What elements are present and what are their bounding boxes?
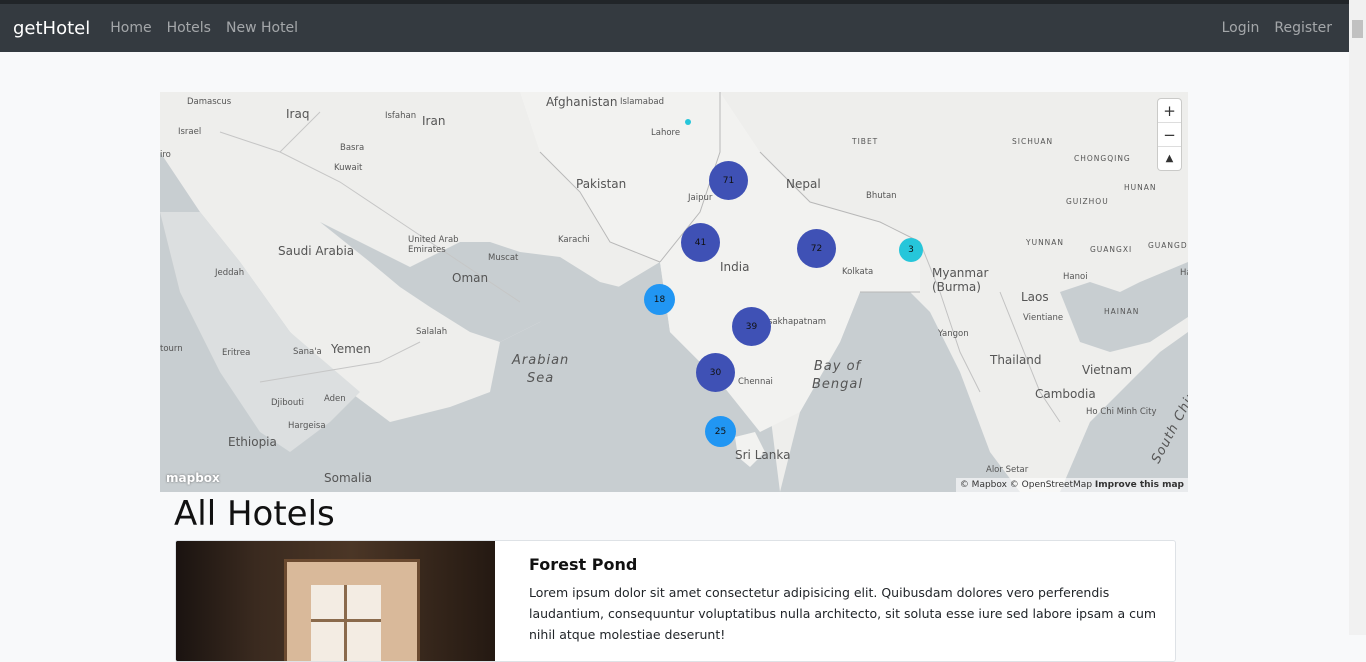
map-label: Jaipur	[688, 193, 713, 203]
map-label: GUIZHOU	[1066, 197, 1109, 206]
attribution-text[interactable]: © Mapbox © OpenStreetMap	[960, 480, 1092, 490]
map-label: Vietnam	[1082, 363, 1133, 377]
cluster-map[interactable]: Damascus Iraq Isfahan Iran Israel iro Ba…	[160, 92, 1188, 492]
navbar: getHotel Home Hotels New Hotel Login Reg…	[0, 4, 1349, 52]
map-label: Aden	[324, 394, 346, 404]
map-label: HAINAN	[1104, 307, 1140, 316]
map-label: Alor Setar	[986, 465, 1029, 475]
map-label: Israel	[178, 127, 202, 137]
page-scrollbar[interactable]	[1349, 0, 1366, 635]
nav-home-link[interactable]: Home	[110, 20, 151, 36]
map-label: Kolkata	[842, 267, 874, 277]
map-label: Myanmar (Burma)	[932, 266, 989, 294]
nav-login-link[interactable]: Login	[1222, 20, 1260, 36]
map-label: Saudi Arabia	[278, 244, 355, 258]
map-label: Bhutan	[866, 191, 897, 201]
map-label: GUANGXI	[1090, 245, 1133, 254]
map-label: Isfahan	[385, 111, 417, 121]
map-label: Chennai	[738, 377, 773, 387]
map-label: Karachi	[558, 235, 590, 245]
map-point[interactable]	[685, 119, 691, 125]
map-label: Islamabad	[620, 97, 664, 107]
map-label: Oman	[452, 271, 489, 285]
map-label: Bay of Bengal	[812, 359, 863, 392]
map-label: Somalia	[324, 471, 373, 485]
nav-register-link[interactable]: Register	[1274, 20, 1332, 36]
nav-hotels-link[interactable]: Hotels	[167, 20, 211, 36]
map-cluster[interactable]: 71	[709, 161, 748, 200]
map-label: Thailand	[990, 353, 1042, 367]
map-label: Sri Lanka	[735, 448, 791, 462]
map-cluster[interactable]: 41	[681, 223, 720, 262]
map-label: India	[720, 260, 750, 274]
map-label: Laos	[1021, 290, 1049, 304]
map-label: Ho Chi Minh City	[1086, 407, 1157, 417]
brand-link[interactable]: getHotel	[13, 18, 90, 39]
page-title: All Hotels	[174, 494, 335, 534]
map-cluster[interactable]: 3	[899, 238, 923, 262]
zoom-out-button[interactable]: −	[1158, 123, 1181, 147]
map-label: Lahore	[651, 128, 681, 138]
map-cluster[interactable]: 25	[705, 416, 736, 447]
map-label: Ethiopia	[228, 435, 277, 449]
map-label: Djibouti	[271, 398, 304, 408]
nav-new-hotel-link[interactable]: New Hotel	[226, 20, 298, 36]
hotel-image	[176, 541, 495, 661]
map-label: Basra	[340, 143, 365, 153]
hotel-card: Forest Pond Lorem ipsum dolor sit amet c…	[175, 540, 1176, 662]
map-label: Eritrea	[222, 348, 251, 358]
map-label: iro	[160, 150, 171, 160]
map-label: Damascus	[187, 97, 232, 107]
map-label: Ha	[1180, 268, 1188, 278]
map-label: Hanoi	[1063, 272, 1088, 282]
map-label: Kuwait	[334, 163, 363, 173]
mapbox-logo[interactable]: mapbox	[166, 471, 220, 485]
map-label: Yemen	[331, 342, 371, 356]
map-attribution: © Mapbox © OpenStreetMap Improve this ma…	[955, 478, 1188, 492]
compass-button[interactable]: ▲	[1158, 147, 1181, 170]
map-label: Sana'a	[293, 347, 322, 357]
map-cluster[interactable]: 72	[797, 229, 836, 268]
scrollbar-thumb[interactable]	[1352, 20, 1363, 38]
map-label: tourn	[160, 344, 183, 354]
map-label: Muscat	[488, 253, 519, 263]
map-label: Hargeisa	[288, 421, 326, 431]
map-label: Nepal	[786, 177, 821, 191]
map-label: sakhapatnam	[768, 317, 826, 327]
improve-map-link[interactable]: Improve this map	[1095, 480, 1184, 490]
map-navigation-controls: + − ▲	[1158, 99, 1181, 170]
map-label: Cambodia	[1035, 387, 1096, 401]
map-label: Afghanistan	[546, 95, 618, 109]
map-cluster[interactable]: 18	[644, 284, 675, 315]
map-label: TIBET	[852, 137, 879, 146]
map-label: Vientiane	[1023, 313, 1064, 323]
map-label: Salalah	[416, 327, 448, 337]
zoom-in-button[interactable]: +	[1158, 99, 1181, 123]
map-cluster[interactable]: 39	[732, 307, 771, 346]
hotel-title: Forest Pond	[529, 555, 638, 574]
nav-auth-links: Login Register	[1207, 20, 1349, 36]
map-label: United Arab Emirates	[408, 235, 459, 255]
map-label: Pakistan	[576, 177, 627, 191]
map-label: Iraq	[286, 107, 310, 121]
map-cluster[interactable]: 30	[696, 353, 735, 392]
map-label: Arabian Sea	[512, 353, 570, 386]
map-label: Yangon	[938, 329, 969, 339]
map-label: Iran	[422, 114, 446, 128]
hotel-card-body: Forest Pond Lorem ipsum dolor sit amet c…	[529, 555, 1159, 645]
map-label: YUNNAN	[1026, 238, 1065, 247]
map-label: CHONGQING	[1074, 154, 1131, 163]
map-label: SICHUAN	[1012, 137, 1054, 146]
map-label: GUANGDO	[1148, 241, 1188, 250]
map-label: Jeddah	[215, 268, 245, 278]
hotel-description: Lorem ipsum dolor sit amet consectetur a…	[529, 585, 1157, 642]
map-label: HUNAN	[1124, 183, 1157, 192]
